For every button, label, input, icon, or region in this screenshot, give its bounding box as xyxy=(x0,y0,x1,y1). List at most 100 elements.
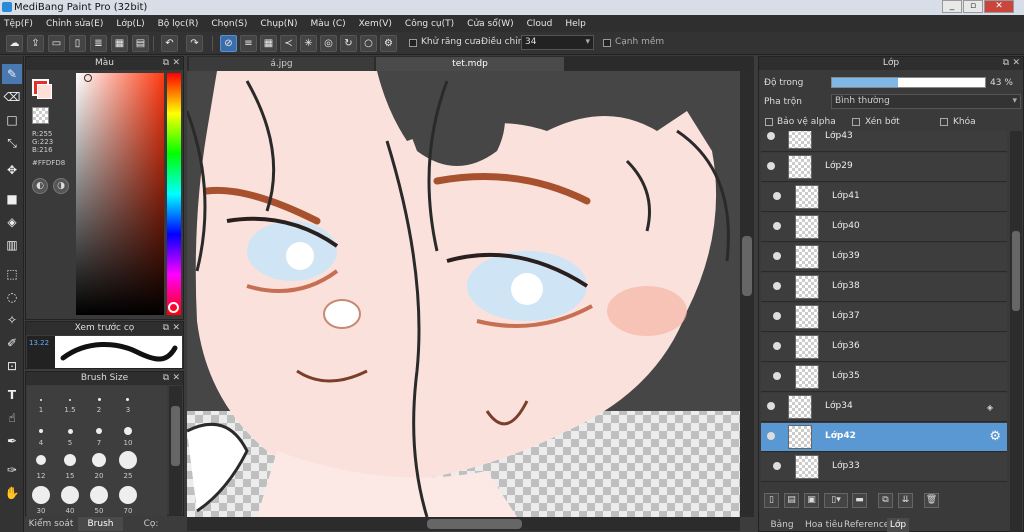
layer-row-selected[interactable]: Lớp42 ⚙ xyxy=(761,423,1007,452)
eye-icon[interactable] xyxy=(773,312,781,320)
menu-help[interactable]: Help xyxy=(565,19,586,29)
menu-view[interactable]: Xem(V) xyxy=(359,19,392,29)
layer-settings-gear-icon[interactable]: ⚙ xyxy=(989,429,1001,444)
duplicate-layer-icon[interactable]: ⧉ xyxy=(878,493,893,508)
layer-row[interactable]: Lớp38 xyxy=(761,273,1007,302)
snap-settings-icon[interactable]: ⚙ xyxy=(380,35,397,52)
panel-close-icon[interactable]: ✕ xyxy=(172,322,180,335)
canvas-vertical-scrollbar[interactable] xyxy=(740,71,754,517)
select-pen-tool-icon[interactable]: ✐ xyxy=(2,333,22,353)
layer-row[interactable]: Lớp40 xyxy=(761,213,1007,242)
size-cell[interactable]: 50 xyxy=(85,483,113,516)
operation-tool-icon[interactable]: ☝ xyxy=(2,408,22,428)
size-cell[interactable]: 5 xyxy=(56,418,84,450)
brush-tool-icon[interactable]: ✎ xyxy=(2,64,22,84)
protect-alpha-checkbox[interactable] xyxy=(765,118,773,126)
layer-row[interactable]: Lớp35 xyxy=(761,363,1007,392)
size-cell[interactable]: 40 xyxy=(56,483,84,516)
color-history-icon[interactable]: ◑ xyxy=(53,178,69,194)
dot-tool-icon[interactable]: □ xyxy=(2,110,22,130)
move-tool-icon[interactable]: ✥ xyxy=(2,160,22,180)
menu-file[interactable]: Tệp(F) xyxy=(4,19,33,29)
opacity-slider[interactable] xyxy=(831,77,986,88)
palette-icon[interactable]: ◐ xyxy=(32,178,48,194)
menu-window[interactable]: Cửa sổ(W) xyxy=(467,19,513,29)
saturation-value-picker[interactable] xyxy=(76,73,164,315)
eye-icon[interactable] xyxy=(767,432,775,440)
menu-color[interactable]: Màu (C) xyxy=(311,19,346,29)
perspective-snap-icon[interactable]: ≺ xyxy=(280,35,297,52)
text-tool-icon[interactable]: T xyxy=(2,385,22,405)
panel-close-icon[interactable]: ✕ xyxy=(172,57,180,70)
new-folder-icon[interactable]: ▬ xyxy=(852,493,867,508)
canvas-horizontal-scrollbar[interactable] xyxy=(187,517,740,531)
undo-icon[interactable]: ↶ xyxy=(161,35,178,52)
chat-icon[interactable]: ▭ xyxy=(48,35,65,52)
parallel-snap-icon[interactable]: ≡ xyxy=(240,35,257,52)
brush-size-scrollbar[interactable] xyxy=(169,386,182,516)
strength-select[interactable]: 34 xyxy=(521,35,594,50)
secondary-color-swatch[interactable] xyxy=(37,84,52,99)
hand-tool-icon[interactable]: ✋ xyxy=(2,483,22,503)
drawing-canvas[interactable] xyxy=(187,71,740,517)
eye-icon[interactable] xyxy=(767,402,775,410)
magic-wand-tool-icon[interactable]: ✧ xyxy=(2,310,22,330)
size-cell[interactable]: 1.5 xyxy=(56,386,84,418)
tab-tet-mdp[interactable]: tet.mdp xyxy=(376,57,564,71)
size-cell[interactable]: 3 xyxy=(114,386,142,418)
divide-tool-icon[interactable]: ✒ xyxy=(2,431,22,451)
undock-icon[interactable]: ⧉ xyxy=(163,322,169,335)
tab-image-jpg[interactable]: á.jpg xyxy=(189,57,374,71)
new-canvas-icon[interactable]: ▯ xyxy=(69,35,86,52)
size-cell[interactable]: 15 xyxy=(56,450,84,483)
hue-slider-handle[interactable] xyxy=(168,302,179,313)
share-icon[interactable]: ⇪ xyxy=(27,35,44,52)
new-layer-icon[interactable]: ▯ xyxy=(764,493,779,508)
tab-color-palette[interactable]: Bảng màu xyxy=(761,518,803,532)
new-8bit-layer-icon[interactable]: ▣ xyxy=(804,493,819,508)
size-cell[interactable]: 30 xyxy=(27,483,55,516)
menu-edit[interactable]: Chỉnh sửa(E) xyxy=(46,19,103,29)
transparent-color-swatch[interactable] xyxy=(32,107,49,124)
menu-cloud[interactable]: Cloud xyxy=(527,19,553,29)
lock-checkbox[interactable] xyxy=(940,118,948,126)
menu-filter[interactable]: Bộ lọc(R) xyxy=(158,19,199,29)
size-cell[interactable]: 7 xyxy=(85,418,113,450)
gradient-tool-icon[interactable]: ▥ xyxy=(2,235,22,255)
delete-layer-icon[interactable]: 🗑 xyxy=(924,493,939,508)
layer-row[interactable]: Lớp33 xyxy=(761,453,1007,482)
restore-button[interactable]: ▫ xyxy=(963,0,983,13)
size-cell[interactable]: 20 xyxy=(85,450,113,483)
layer-row[interactable]: Lớp39 xyxy=(761,243,1007,272)
panel-close-icon[interactable]: ✕ xyxy=(172,372,180,385)
hue-slider[interactable] xyxy=(167,73,181,315)
menu-select[interactable]: Chọn(S) xyxy=(211,19,247,29)
eye-icon[interactable] xyxy=(773,462,781,470)
tab-brush-control[interactable]: Kiểm soát cọ xyxy=(25,517,77,531)
size-cell[interactable]: 2 xyxy=(85,386,113,418)
eye-icon[interactable] xyxy=(767,132,775,140)
eye-icon[interactable] xyxy=(767,162,775,170)
bucket-tool-icon[interactable]: ◈ xyxy=(2,212,22,232)
add-layer-menu-icon[interactable]: ▯▾ xyxy=(824,493,848,508)
circle-snap-icon[interactable]: ○ xyxy=(360,35,377,52)
layer-row[interactable]: Lớp41 xyxy=(761,183,1007,212)
grid-snap-icon[interactable]: ▦ xyxy=(260,35,277,52)
minimize-button[interactable]: _ xyxy=(942,0,962,13)
menu-snap[interactable]: Chụp(N) xyxy=(260,19,297,29)
panel-close-icon[interactable]: ✕ xyxy=(1012,57,1020,70)
layer-row[interactable]: Lớp29 xyxy=(761,153,1007,182)
antialias-checkbox[interactable] xyxy=(409,39,417,47)
eye-icon[interactable] xyxy=(773,282,781,290)
size-cell[interactable]: 1 xyxy=(27,386,55,418)
undock-icon[interactable]: ⧉ xyxy=(1003,57,1009,70)
tab-brush-size[interactable]: Brush Size xyxy=(78,517,123,531)
clipping-checkbox[interactable] xyxy=(852,118,860,126)
panels-icon[interactable]: ▤ xyxy=(132,35,149,52)
rectangle-tool-icon[interactable]: ■ xyxy=(2,189,22,209)
curve-snap-icon[interactable]: ↻ xyxy=(340,35,357,52)
merge-down-icon[interactable]: ⇊ xyxy=(898,493,913,508)
layer-row[interactable]: Lớp34 ◈ xyxy=(761,393,1007,422)
eye-icon[interactable] xyxy=(773,252,781,260)
radial-snap-icon[interactable]: ✳ xyxy=(300,35,317,52)
